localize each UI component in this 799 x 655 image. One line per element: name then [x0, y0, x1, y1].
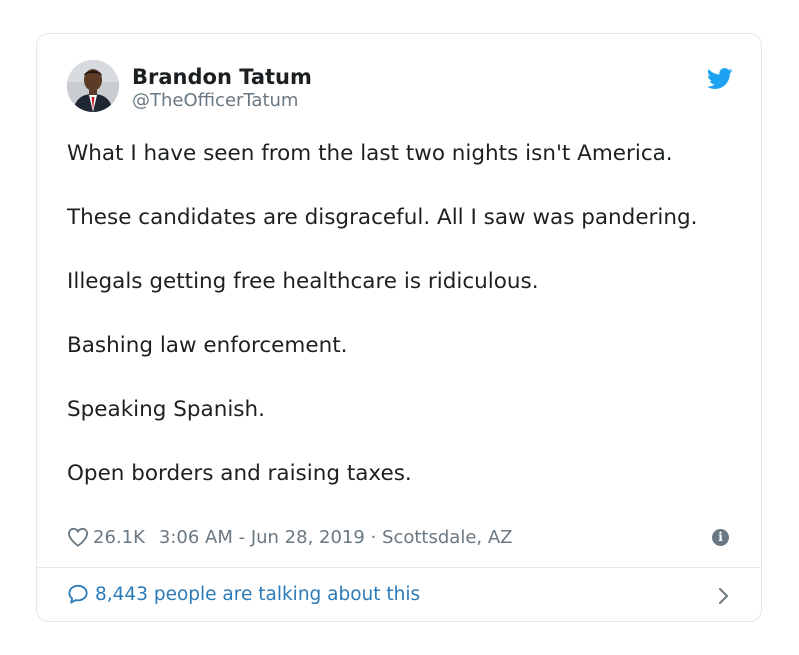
tweet-text: What I have seen from the last two night… — [67, 138, 747, 490]
tweet-meta: 26.1K 3:06 AM - Jun 28, 2019 · Scottsdale… — [67, 525, 731, 551]
speech-bubble-icon — [68, 584, 88, 604]
talking-about-link[interactable]: 8,443 people are talking about this — [67, 580, 731, 610]
author-handle[interactable]: @TheOfficerTatum — [132, 90, 312, 112]
info-icon[interactable]: i — [712, 529, 729, 546]
meta-separator: · — [370, 527, 377, 548]
tweet-paragraph: Open borders and raising taxes. — [67, 461, 412, 486]
tweet-timestamp[interactable]: 3:06 AM - Jun 28, 2019 — [159, 527, 365, 548]
chevron-right-icon[interactable] — [717, 587, 729, 605]
tweet-paragraph: Bashing law enforcement. — [67, 333, 348, 358]
tweet-paragraph: What I have seen from the last two night… — [67, 141, 673, 166]
tweet-header: Brandon Tatum @TheOfficerTatum — [67, 60, 733, 120]
tweet-card: Brandon Tatum @TheOfficerTatum What I ha… — [36, 33, 762, 622]
avatar[interactable] — [67, 60, 119, 112]
tweet-paragraph: These candidates are disgraceful. All I … — [67, 205, 698, 230]
tweet-paragraph: Illegals getting free healthcare is ridi… — [67, 269, 539, 294]
talking-about-label[interactable]: 8,443 people are talking about this — [95, 584, 420, 605]
twitter-bird-icon[interactable] — [707, 68, 733, 90]
avatar-photo — [67, 60, 119, 112]
tweet-location[interactable]: Scottsdale, AZ — [382, 527, 512, 548]
heart-icon[interactable] — [67, 527, 89, 547]
like-count[interactable]: 26.1K — [93, 527, 145, 548]
author-display-name[interactable]: Brandon Tatum — [132, 64, 312, 90]
divider — [37, 567, 761, 568]
tweet-paragraph: Speaking Spanish. — [67, 397, 265, 422]
author-names: Brandon Tatum @TheOfficerTatum — [132, 64, 312, 112]
